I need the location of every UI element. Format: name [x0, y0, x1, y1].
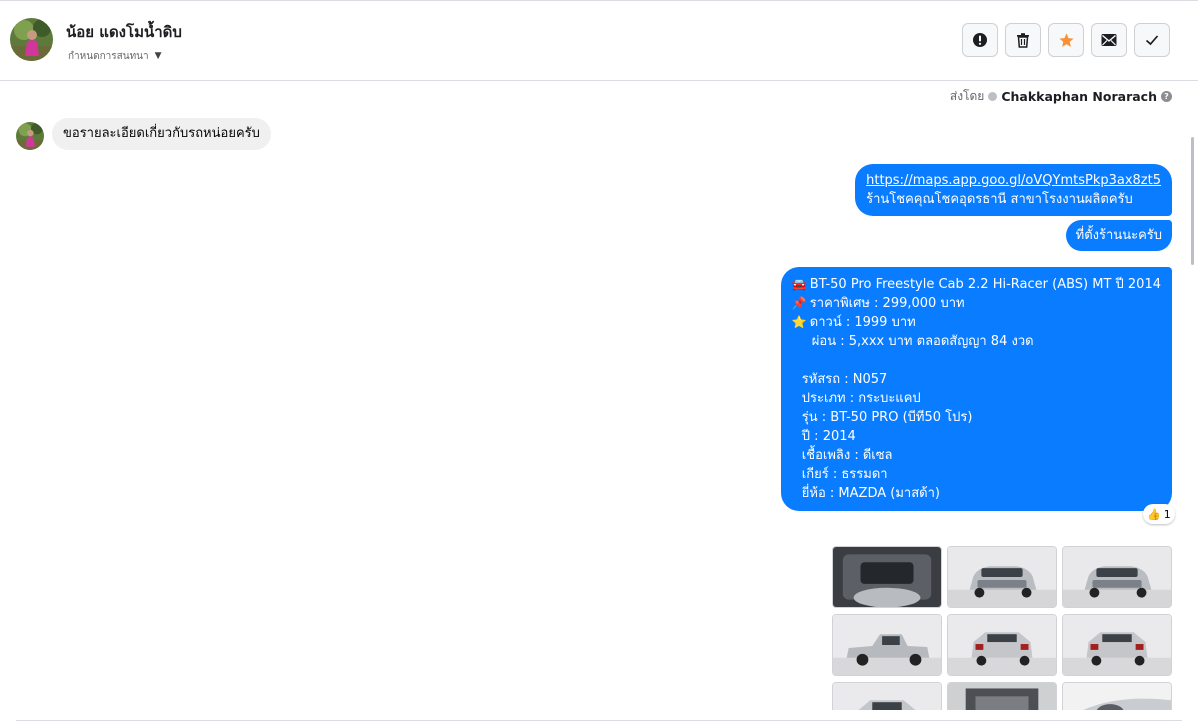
label-text: กำหนดการสนทนา [68, 51, 149, 61]
car-title: BT-50 Pro Freestyle Cab 2.2 Hi-Racer (AB… [809, 277, 1161, 292]
car-gear: เกียร์ : ธรรมดา [801, 467, 888, 482]
thumbs-up-icon: 👍 [1147, 507, 1161, 521]
outgoing-message-car-details[interactable]: 🚘 BT-50 Pro Freestyle Cab 2.2 Hi-Racer (A… [780, 267, 1172, 511]
photo-interior-bed-image [948, 683, 1056, 710]
caret-down-icon: ▼ [154, 51, 162, 61]
photo-attachments [832, 546, 1172, 710]
mark-unread-button[interactable] [1091, 23, 1127, 57]
down-line: ⭐ ดาวน์ : 1999 บาท [792, 313, 1161, 332]
photo-side-left[interactable] [832, 614, 942, 676]
photo-rear[interactable] [1062, 614, 1172, 676]
incoming-message[interactable]: ขอรายละเอียดเกี่ยวกับรถหน่อยครับ [52, 118, 271, 150]
alert-circle-icon [973, 33, 987, 47]
price-line: 📌 ราคาพิเศษ : 299,000 บาท [792, 294, 1161, 313]
photo-engine-bay-image [833, 547, 941, 607]
message-reaction[interactable]: 👍 1 [1143, 504, 1175, 524]
photo-closeup[interactable] [1062, 682, 1172, 710]
envelope-icon [1101, 34, 1117, 46]
car-title-line: 🚘 BT-50 Pro Freestyle Cab 2.2 Hi-Racer (A… [792, 275, 1161, 294]
check-icon [1145, 35, 1159, 46]
car-type: ประเภท : กระบะแคป [801, 391, 921, 406]
reaction-count: 1 [1163, 507, 1171, 521]
car-year: ปี : 2014 [801, 429, 856, 444]
contact-name[interactable]: น้อย แดงโมน้ำดิบ [66, 20, 182, 44]
star-button[interactable] [1048, 23, 1084, 57]
photo-rear-image [1063, 615, 1171, 675]
photo-rear-left-image [948, 615, 1056, 675]
star-icon [1058, 32, 1074, 47]
outgoing-message-map[interactable]: https://maps.app.goo.gl/oVQYmtsPkp3ax8zt… [855, 164, 1172, 216]
photo-front[interactable] [1062, 546, 1172, 608]
car-brand: ยี่ห้อ : MAZDA (มาสด้า) [801, 486, 940, 501]
trash-icon [1017, 33, 1029, 48]
photo-closeup-image [1063, 683, 1171, 710]
photo-engine-bay[interactable] [832, 546, 942, 608]
car-code: รหัสรถ : N057 [801, 372, 888, 387]
report-button[interactable] [962, 23, 998, 57]
mark-done-button[interactable] [1134, 23, 1170, 57]
page-badge-icon [988, 92, 998, 101]
pin-emoji-icon: 📌 [791, 296, 807, 310]
scrollbar[interactable] [1191, 137, 1194, 265]
map-link-caption: ร้านโชคคุณโชคอุดรธานี สาขาโรงงานผลิตครับ [866, 192, 1133, 207]
help-icon[interactable]: ? [1161, 91, 1172, 102]
photo-side-left-image [833, 615, 941, 675]
contact-avatar[interactable] [10, 18, 53, 61]
car-emoji-icon: 🚘 [791, 277, 807, 291]
sent-by-line: ส่งโดย Chakkaphan Norarach ? [950, 87, 1172, 106]
photo-interior-bed[interactable] [947, 682, 1057, 710]
conversation-header: น้อย แดงโมน้ำดิบ กำหนดการสนทนา ▼ [0, 1, 1198, 81]
composer-divider [16, 720, 1182, 721]
car-installment: ผ่อน : 5,xxx บาท ตลอดสัญญา 84 งวด [811, 334, 1034, 349]
conversation-label-dropdown[interactable]: กำหนดการสนทนา ▼ [68, 49, 162, 61]
contact-avatar-small[interactable] [16, 122, 44, 150]
car-down-payment: ดาวน์ : 1999 บาท [809, 315, 916, 330]
photo-rear-tailgate-image [833, 683, 941, 710]
photo-front-image [1063, 547, 1171, 607]
photo-rear-left[interactable] [947, 614, 1057, 676]
photo-front-left[interactable] [947, 546, 1057, 608]
sent-by-prefix: ส่งโดย [949, 89, 985, 103]
sender-name[interactable]: Chakkaphan Norarach [1001, 89, 1157, 104]
header-actions [962, 23, 1170, 57]
car-price: ราคาพิเศษ : 299,000 บาท [809, 296, 965, 311]
delete-button[interactable] [1005, 23, 1041, 57]
outgoing-message-location[interactable]: ที่ตั้งร้านนะครับ [1065, 220, 1172, 251]
car-model: รุ่น : BT-50 PRO (บีที50 โปร) [801, 410, 973, 425]
photo-front-left-image [948, 547, 1056, 607]
map-link[interactable]: https://maps.app.goo.gl/oVQYmtsPkp3ax8zt… [866, 171, 1161, 190]
star-emoji-icon: ⭐ [791, 315, 807, 329]
car-fuel: เชื้อเพลิง : ดีเซล [801, 448, 893, 463]
photo-rear-tailgate[interactable] [832, 682, 942, 710]
